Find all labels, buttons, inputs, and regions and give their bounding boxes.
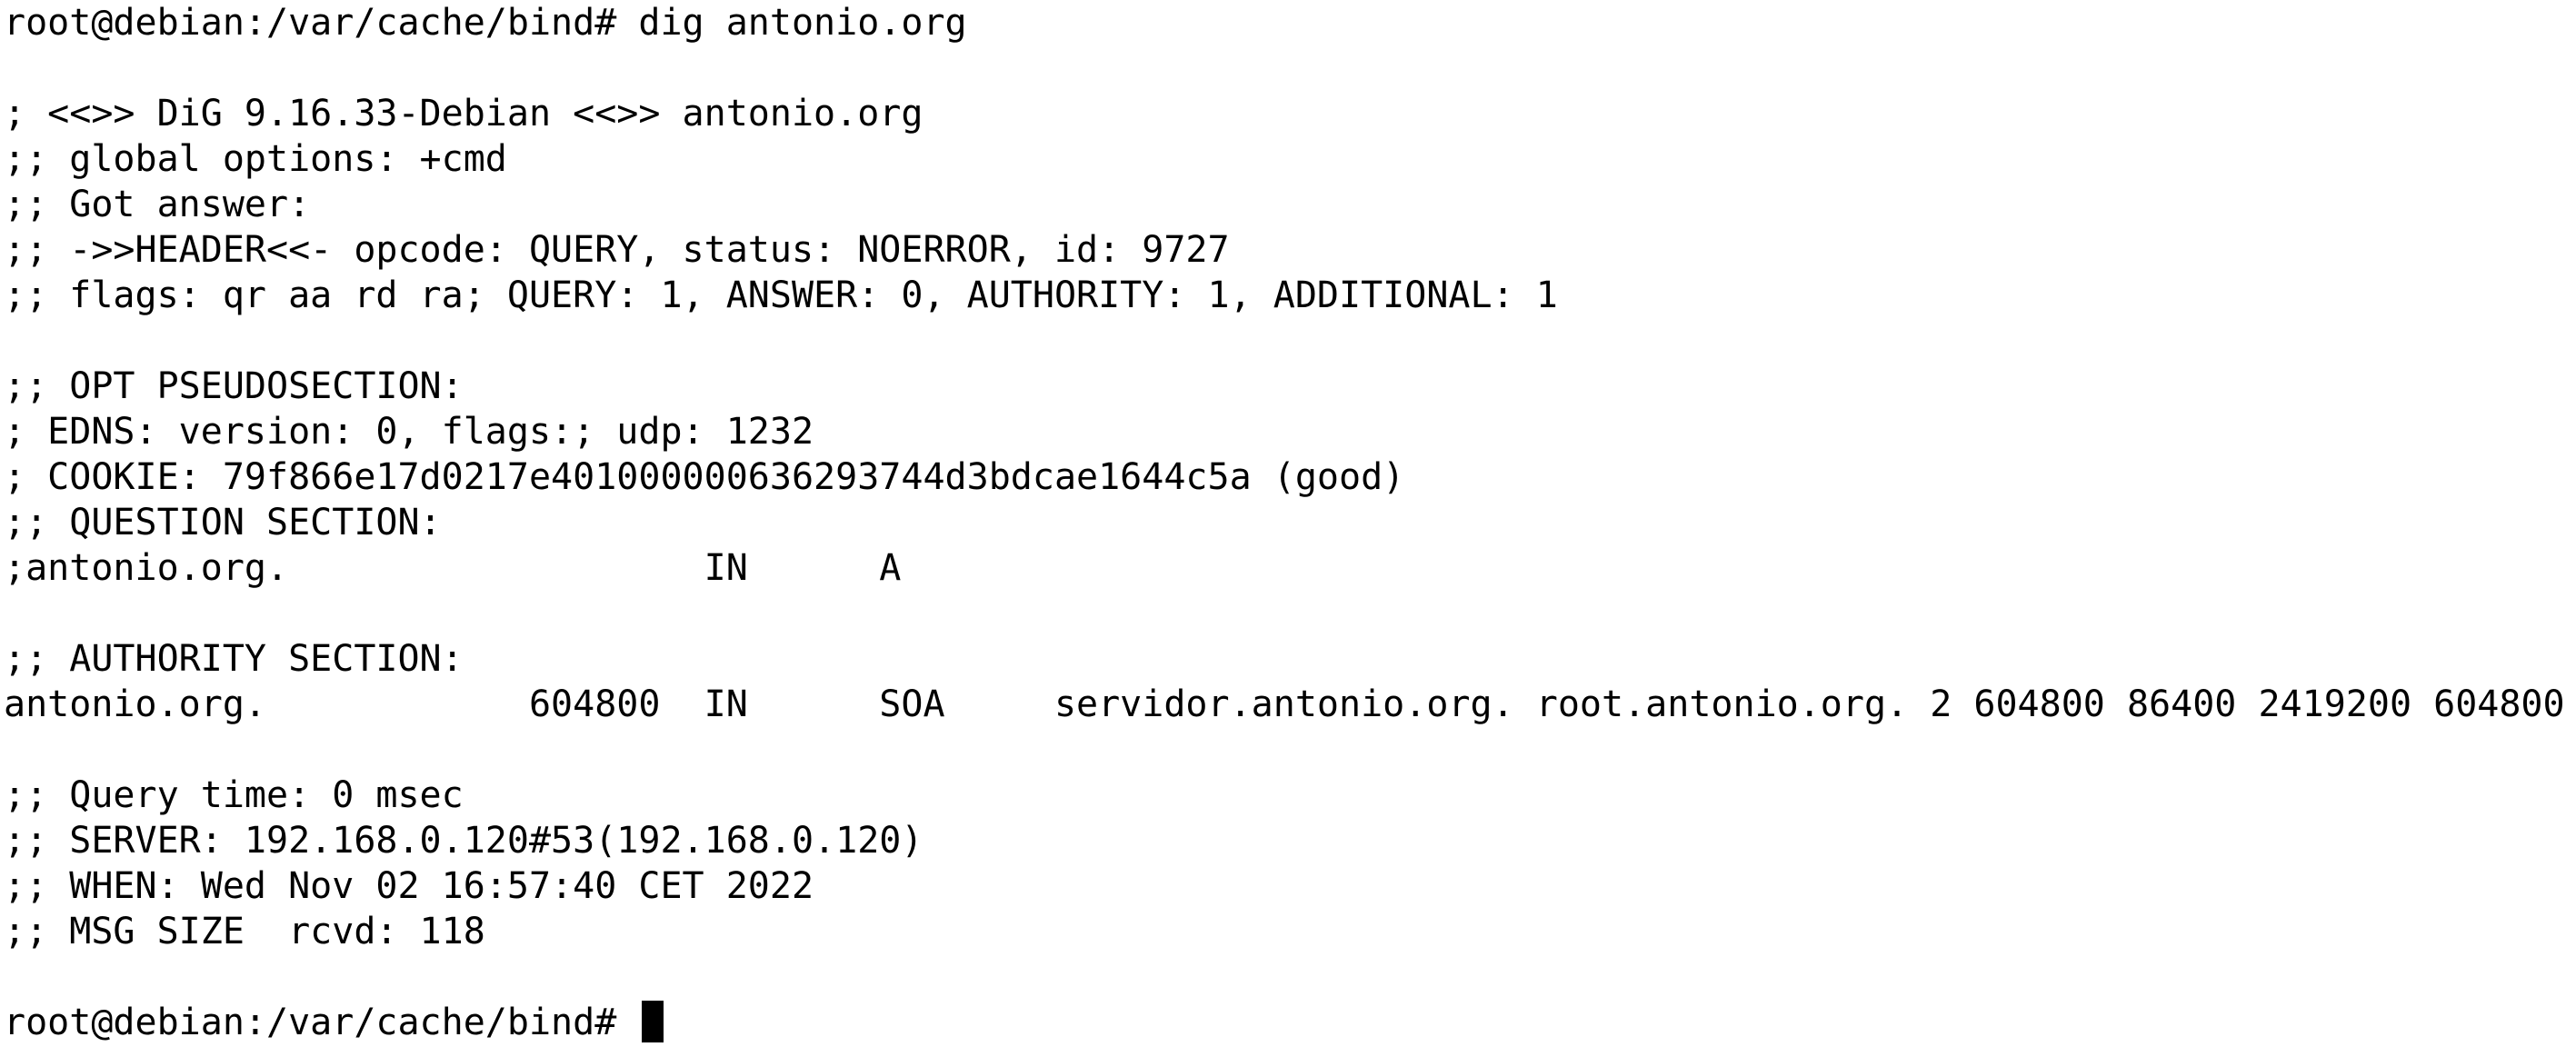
terminal-line: ;; QUESTION SECTION: xyxy=(4,502,442,543)
prompt-line[interactable]: root@debian:/var/cache/bind# xyxy=(4,1000,2576,1045)
terminal-line: ;; global options: +cmd xyxy=(4,138,507,180)
text-cursor xyxy=(642,1001,664,1042)
shell-prompt: root@debian:/var/cache/bind# xyxy=(4,1002,639,1043)
terminal-line: ;; WHEN: Wed Nov 02 16:57:40 CET 2022 xyxy=(4,865,814,907)
terminal-line: ;; AUTHORITY SECTION: xyxy=(4,638,464,680)
terminal-window[interactable]: root@debian:/var/cache/bind# dig antonio… xyxy=(0,0,2576,1047)
terminal-line: ;; flags: qr aa rd ra; QUERY: 1, ANSWER:… xyxy=(4,274,1558,316)
terminal-line: antonio.org. 604800 IN SOA servidor.anto… xyxy=(4,683,2565,725)
terminal-line: ; EDNS: version: 0, flags:; udp: 1232 xyxy=(4,411,814,453)
terminal-line: ;; SERVER: 192.168.0.120#53(192.168.0.12… xyxy=(4,820,924,862)
terminal-line: ;; MSG SIZE rcvd: 118 xyxy=(4,911,485,952)
terminal-line: ;; OPT PSEUDOSECTION: xyxy=(4,365,464,407)
terminal-line: ; COOKIE: 79f866e17d0217e401000000636293… xyxy=(4,456,1405,498)
terminal-line: ;; Query time: 0 msec xyxy=(4,774,464,816)
terminal-line: root@debian:/var/cache/bind# dig antonio… xyxy=(4,2,967,44)
terminal-line: ;antonio.org. IN A xyxy=(4,547,902,589)
terminal-line: ; <<>> DiG 9.16.33-Debian <<>> antonio.o… xyxy=(4,93,924,135)
terminal-line: ;; Got answer: xyxy=(4,184,311,225)
terminal-line: ;; ->>HEADER<<- opcode: QUERY, status: N… xyxy=(4,229,1230,271)
